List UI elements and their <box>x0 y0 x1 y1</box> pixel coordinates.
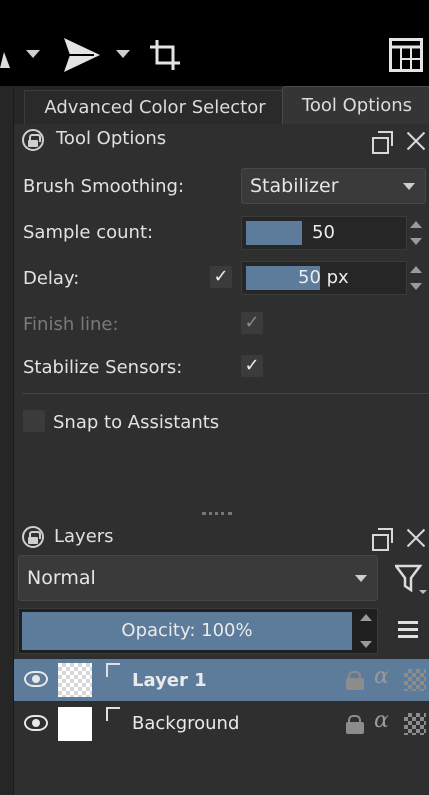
splitter-handle[interactable] <box>202 512 232 520</box>
sample-count-value: 50 <box>312 222 335 243</box>
delay-slider[interactable]: 50 px <box>241 261 407 295</box>
chevron-down-icon[interactable] <box>116 50 130 58</box>
chevron-down-icon[interactable] <box>26 50 40 58</box>
blend-mode-select[interactable]: Normal <box>18 555 378 601</box>
inherit-alpha-icon[interactable] <box>404 713 426 735</box>
top-toolbar <box>0 0 429 86</box>
lock-icon[interactable] <box>346 715 364 734</box>
blend-mode-value: Normal <box>27 567 96 589</box>
docker-tab-bar: Advanced Color Selector Tool Options <box>14 86 429 124</box>
layer-name[interactable]: Background <box>132 713 239 734</box>
alpha-lock-icon[interactable]: α <box>374 708 389 733</box>
up-arrow-icon[interactable] <box>410 266 422 273</box>
finish-line-label: Finish line: <box>23 314 119 335</box>
left-dock-strip <box>0 86 14 795</box>
layer-name[interactable]: Layer 1 <box>132 670 207 691</box>
brush-smoothing-value: Stabilizer <box>250 175 339 197</box>
snap-to-assistants-checkbox[interactable] <box>23 410 45 432</box>
delay-value: 50 px <box>298 267 349 288</box>
down-arrow-icon[interactable] <box>410 283 422 290</box>
tool-options-panel: Tool Options Brush Smoothing: Stabilizer… <box>14 124 429 520</box>
menu-icon[interactable] <box>398 621 418 639</box>
arrow-icon[interactable] <box>0 42 10 68</box>
delay-spinner[interactable] <box>407 261 425 295</box>
panel-title: Tool Options <box>56 128 167 149</box>
eye-icon[interactable] <box>24 715 48 731</box>
down-arrow-icon[interactable] <box>410 238 422 245</box>
layer-thumbnail <box>58 707 92 741</box>
delay-checkbox[interactable]: ✓ <box>210 266 232 288</box>
layer-thumbnail <box>58 663 92 697</box>
tool-options-header: Tool Options <box>14 124 429 158</box>
down-arrow-icon[interactable] <box>360 641 372 648</box>
divider <box>22 393 429 394</box>
crop-icon[interactable] <box>148 38 182 72</box>
stabilize-sensors-checkbox[interactable]: ✓ <box>241 355 263 377</box>
sample-count-label: Sample count: <box>23 222 154 243</box>
finish-line-checkbox[interactable]: ✓ <box>241 312 263 334</box>
layers-panel: Layers Normal Opacity: 100% Layer 1 α Ba… <box>14 520 429 795</box>
layer-row[interactable]: Background α <box>14 703 429 745</box>
sample-count-spinner[interactable] <box>407 216 425 250</box>
filter-icon[interactable] <box>395 564 427 594</box>
tab-advanced-color-selector[interactable]: Advanced Color Selector <box>24 90 286 124</box>
brush-smoothing-label: Brush Smoothing: <box>23 176 185 197</box>
panel-layout-icon[interactable] <box>389 38 423 72</box>
lock-icon[interactable] <box>22 129 44 151</box>
send-icon[interactable] <box>64 38 100 72</box>
layer-row[interactable]: Layer 1 α <box>14 659 429 701</box>
up-arrow-icon[interactable] <box>410 221 422 228</box>
snap-to-assistants-label[interactable]: Snap to Assistants <box>53 412 219 433</box>
chevron-down-icon <box>403 183 415 190</box>
layers-title: Layers <box>54 526 114 547</box>
stabilize-sensors-label: Stabilize Sensors: <box>23 357 183 378</box>
lock-icon[interactable] <box>346 671 364 690</box>
eye-icon[interactable] <box>24 671 48 687</box>
opacity-value: Opacity: 100% <box>121 620 253 641</box>
inherit-alpha-icon[interactable] <box>404 669 426 691</box>
sample-count-slider[interactable]: 50 <box>241 216 407 250</box>
layer-type-icon <box>106 707 120 721</box>
sample-count-fill <box>246 221 302 245</box>
float-icon[interactable] <box>372 131 393 154</box>
opacity-slider[interactable]: Opacity: 100% <box>18 608 378 654</box>
delay-label: Delay: <box>23 268 80 289</box>
brush-smoothing-select[interactable]: Stabilizer <box>241 168 426 204</box>
close-icon[interactable] <box>406 131 426 151</box>
lock-icon[interactable] <box>22 526 44 548</box>
float-icon[interactable] <box>372 528 393 551</box>
opacity-spinner[interactable] <box>357 609 375 653</box>
up-arrow-icon[interactable] <box>360 614 372 621</box>
alpha-lock-icon[interactable]: α <box>374 664 389 689</box>
layer-type-icon <box>106 663 120 677</box>
close-icon[interactable] <box>406 528 426 548</box>
chevron-down-icon <box>355 575 367 582</box>
tab-tool-options[interactable]: Tool Options <box>282 86 429 124</box>
